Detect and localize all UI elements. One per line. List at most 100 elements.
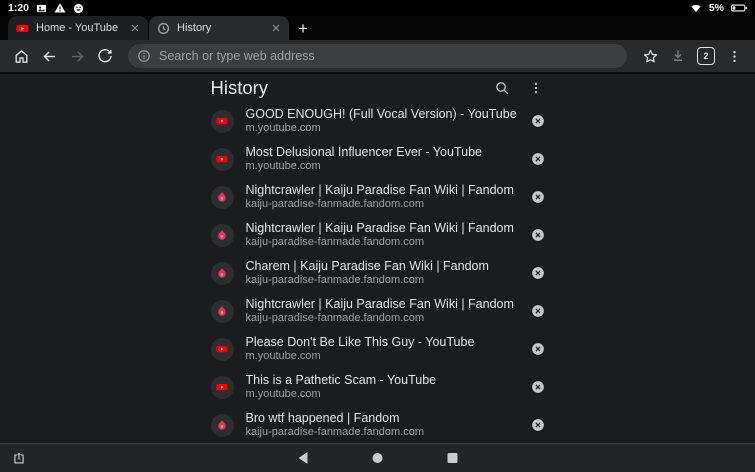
history-item-text: Please Don't Be Like This Guy - YouTube … xyxy=(246,335,519,363)
history-item[interactable]: Please Don't Be Like This Guy - YouTube … xyxy=(200,330,556,368)
remove-item-button[interactable] xyxy=(531,304,545,318)
remove-item-button[interactable] xyxy=(531,418,545,432)
history-item-url: kaiju-paradise-fanmade.fandom.com xyxy=(245,198,425,210)
remove-item-button[interactable] xyxy=(531,342,545,356)
tab-close-icon[interactable] xyxy=(270,22,282,34)
tab-history[interactable]: History xyxy=(149,16,289,40)
history-item-text: Nightcrawler | Kaiju Paradise Fan Wiki |… xyxy=(246,183,519,211)
system-nav-bar xyxy=(0,443,755,472)
site-favicon xyxy=(210,299,234,323)
tab-close-icon[interactable] xyxy=(129,22,141,34)
history-item-url: kaiju-paradise-fanmade.fandom.com xyxy=(245,312,425,324)
site-favicon xyxy=(210,185,234,209)
site-favicon xyxy=(210,375,234,399)
tab-switcher-button[interactable]: 2 xyxy=(693,43,719,69)
youtube-favicon xyxy=(15,21,29,35)
history-item[interactable]: Charem | Kaiju Paradise Fan Wiki | Fando… xyxy=(200,254,556,292)
history-item-text: GOOD ENOUGH! (Full Vocal Version) - YouT… xyxy=(246,107,519,135)
history-item-text: Most Delusional Influencer Ever - YouTub… xyxy=(246,145,519,173)
remove-item-button[interactable] xyxy=(531,380,545,394)
history-item[interactable]: GOOD ENOUGH! (Full Vocal Version) - YouT… xyxy=(200,102,556,140)
history-item[interactable]: This is a Pathetic Scam - YouTube m.yout… xyxy=(200,368,556,406)
history-clock-favicon xyxy=(156,21,170,35)
fandom-flame-icon xyxy=(216,419,228,431)
history-item-title: Nightcrawler | Kaiju Paradise Fan Wiki |… xyxy=(245,297,514,311)
nav-back-button[interactable] xyxy=(298,452,307,464)
tab-strip: Home - YouTube History + xyxy=(0,16,755,40)
history-header-actions xyxy=(493,79,545,97)
tab-title: History xyxy=(177,22,212,34)
history-item[interactable]: Most Delusional Influencer Ever - YouTub… xyxy=(200,140,556,178)
youtube-icon xyxy=(216,343,228,355)
history-list: GOOD ENOUGH! (Full Vocal Version) - YouT… xyxy=(200,102,556,443)
home-button[interactable] xyxy=(8,43,34,69)
tab-title: Home - YouTube xyxy=(36,22,119,34)
tab-home-youtube[interactable]: Home - YouTube xyxy=(8,16,148,40)
battery-percent-text: 5% xyxy=(708,2,724,14)
history-item-url: m.youtube.com xyxy=(245,122,321,134)
remove-item-button[interactable] xyxy=(531,266,545,280)
history-item-title: Please Don't Be Like This Guy - YouTube xyxy=(245,335,475,349)
history-item-url: kaiju-paradise-fanmade.fandom.com xyxy=(245,274,425,286)
site-favicon xyxy=(210,223,234,247)
nav-home-button[interactable] xyxy=(372,453,382,463)
nav-buttons xyxy=(298,452,457,464)
history-item-title: GOOD ENOUGH! (Full Vocal Version) - YouT… xyxy=(245,107,517,121)
site-favicon xyxy=(210,337,234,361)
history-column: History GOOD ENOUGH! (Full Vocal Version… xyxy=(200,74,556,443)
youtube-icon xyxy=(216,381,228,393)
fandom-flame-icon xyxy=(216,305,228,317)
history-item[interactable]: Nightcrawler | Kaiju Paradise Fan Wiki |… xyxy=(200,292,556,330)
refresh-button[interactable] xyxy=(92,43,118,69)
remove-item-button[interactable] xyxy=(531,228,545,242)
wifi-icon xyxy=(690,2,702,14)
status-bar-left: 1:20 xyxy=(8,2,84,14)
page-info-icon[interactable] xyxy=(137,49,151,63)
history-page: History GOOD ENOUGH! (Full Vocal Version… xyxy=(0,72,755,443)
history-item-url: kaiju-paradise-fanmade.fandom.com xyxy=(245,236,425,248)
status-bar-right: 5% xyxy=(690,2,747,14)
site-favicon xyxy=(210,261,234,285)
browser-toolbar: Search or type web address 2 xyxy=(0,40,755,72)
history-item-text: Nightcrawler | Kaiju Paradise Fan Wiki |… xyxy=(246,297,519,325)
history-item-text: This is a Pathetic Scam - YouTube m.yout… xyxy=(246,373,519,401)
history-item-url: m.youtube.com xyxy=(245,160,321,172)
history-item-title: Charem | Kaiju Paradise Fan Wiki | Fando… xyxy=(245,259,489,273)
page-title: History xyxy=(210,77,269,98)
fandom-flame-icon xyxy=(216,229,228,241)
new-tab-button[interactable]: + xyxy=(290,16,316,40)
remove-item-button[interactable] xyxy=(531,152,545,166)
history-item-title: Bro wtf happened | Fandom xyxy=(245,411,400,425)
history-item-url: m.youtube.com xyxy=(245,350,321,362)
history-item-text: Nightcrawler | Kaiju Paradise Fan Wiki |… xyxy=(246,221,519,249)
history-item[interactable]: Nightcrawler | Kaiju Paradise Fan Wiki |… xyxy=(200,178,556,216)
share-screenshot-icon[interactable] xyxy=(12,451,26,465)
browser-menu-button[interactable] xyxy=(721,43,747,69)
back-button[interactable] xyxy=(36,43,62,69)
tab-count-badge: 2 xyxy=(697,47,715,65)
forward-button[interactable] xyxy=(64,43,90,69)
history-item-text: Bro wtf happened | Fandom kaiju-paradise… xyxy=(246,411,519,439)
youtube-icon xyxy=(216,115,228,127)
search-icon[interactable] xyxy=(493,79,511,97)
history-item-url: kaiju-paradise-fanmade.fandom.com xyxy=(245,426,425,438)
bookmark-star-button[interactable] xyxy=(637,43,663,69)
history-more-menu-icon[interactable] xyxy=(527,79,545,97)
history-item[interactable]: Nightcrawler | Kaiju Paradise Fan Wiki |… xyxy=(200,216,556,254)
history-item-title: Nightcrawler | Kaiju Paradise Fan Wiki |… xyxy=(245,221,514,235)
history-item[interactable]: Bro wtf happened | Fandom kaiju-paradise… xyxy=(200,406,556,443)
site-favicon xyxy=(210,147,234,171)
site-favicon xyxy=(210,109,234,133)
download-button[interactable] xyxy=(665,43,691,69)
history-item-title: Nightcrawler | Kaiju Paradise Fan Wiki |… xyxy=(245,183,514,197)
youtube-icon xyxy=(216,153,228,165)
remove-item-button[interactable] xyxy=(531,190,545,204)
fandom-flame-icon xyxy=(216,267,228,279)
history-item-title: This is a Pathetic Scam - YouTube xyxy=(245,373,437,387)
omnibox[interactable]: Search or type web address xyxy=(128,44,627,68)
smiley-notification-icon xyxy=(73,3,84,14)
remove-item-button[interactable] xyxy=(531,114,545,128)
site-favicon xyxy=(210,413,234,437)
warning-notification-icon xyxy=(54,2,66,14)
nav-recents-button[interactable] xyxy=(447,453,457,463)
